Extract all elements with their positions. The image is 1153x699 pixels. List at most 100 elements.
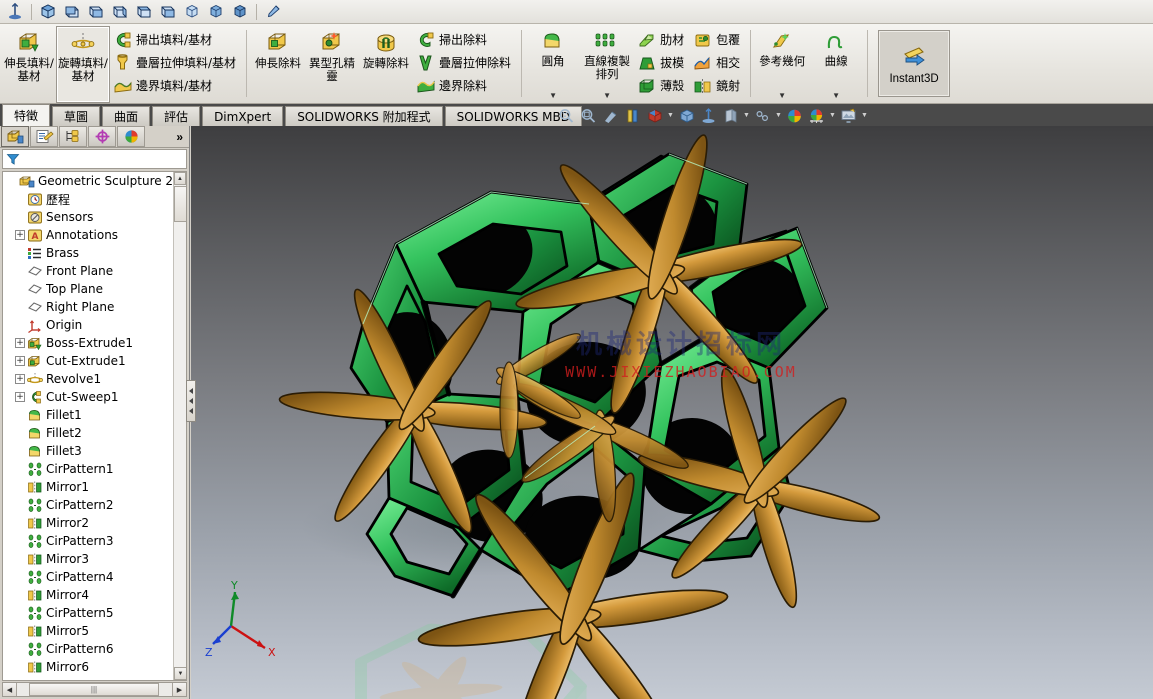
linear-pattern-caret-icon[interactable]: ▼ xyxy=(603,91,611,102)
scene-background-caret-icon[interactable]: ▼ xyxy=(860,106,869,126)
feature-tree-item-cirpattern6[interactable]: CirPattern6 xyxy=(3,640,173,658)
configuration-manager-tab[interactable] xyxy=(59,126,87,147)
curves-caret-icon[interactable]: ▼ xyxy=(832,91,840,102)
feature-tree-item-geometric-sculpture-2-defa[interactable]: Geometric Sculpture 2 (Defa xyxy=(3,172,173,190)
hide-show-items-icon[interactable] xyxy=(720,106,741,126)
view-ball-caret-icon[interactable]: ▼ xyxy=(828,106,837,126)
panel-splitter-handle[interactable] xyxy=(186,380,196,422)
wrap-button[interactable]: 包覆 xyxy=(690,28,746,51)
feature-tree-item-top-plane[interactable]: Top Plane xyxy=(3,280,173,298)
horizontal-scroll-thumb[interactable]: ||| xyxy=(29,683,159,696)
hole-wizard-button[interactable]: 異型孔精靈 xyxy=(305,26,359,103)
feature-tree-item-cut-extrude1[interactable]: + Cut-Extrude1 xyxy=(3,352,173,370)
feature-tree-item-fillet1[interactable]: Fillet1 xyxy=(3,406,173,424)
feature-tree-item-revolve1[interactable]: + Revolve1 xyxy=(3,370,173,388)
feature-tree-item-mirror3[interactable]: Mirror3 xyxy=(3,550,173,568)
tab-features[interactable]: 特徵 xyxy=(2,104,51,126)
boundary-boss-button[interactable]: 邊界填料/基材 xyxy=(110,74,242,97)
tab-surfaces[interactable]: 曲面 xyxy=(102,106,151,126)
shaded-cube-2-icon[interactable] xyxy=(205,2,227,22)
shell-button[interactable]: 薄殼 xyxy=(634,74,690,97)
section-view-icon[interactable] xyxy=(262,2,284,22)
feature-tree-item-fillet2[interactable]: Fillet2 xyxy=(3,424,173,442)
loft-cut-button[interactable]: 疊層拉伸除料 xyxy=(413,51,517,74)
mirror-button[interactable]: 鏡射 xyxy=(690,74,746,97)
sweep-boss-button[interactable]: 掃出填料/基材 xyxy=(110,28,242,51)
loft-boss-button[interactable]: 疊層拉伸填料/基材 xyxy=(110,51,242,74)
tab-solidworks-addins[interactable]: SOLIDWORKS 附加程式 xyxy=(285,106,443,126)
feature-tree-item-annotations[interactable]: + A Annotations xyxy=(3,226,173,244)
expand-toggle-icon[interactable]: + xyxy=(15,374,25,384)
property-manager-tab[interactable] xyxy=(30,126,58,147)
scroll-up-button[interactable]: ▲ xyxy=(174,172,186,185)
back-view-icon[interactable] xyxy=(133,2,155,22)
previous-view-icon[interactable] xyxy=(600,106,621,126)
dimxpert-manager-tab[interactable] xyxy=(88,126,116,147)
display-style-icon[interactable] xyxy=(644,106,665,126)
feature-tree-item-mirror6[interactable]: Mirror6 xyxy=(3,658,173,676)
expand-toggle-icon[interactable]: + xyxy=(15,338,25,348)
fillet-caret-icon[interactable]: ▼ xyxy=(549,91,557,102)
shaded-cube-1-icon[interactable] xyxy=(181,2,203,22)
curves-button[interactable]: 曲線 ▼ xyxy=(809,26,863,103)
shaded-cube-3-icon[interactable] xyxy=(229,2,251,22)
feature-tree-item-cut-sweep1[interactable]: + Cut-Sweep1 xyxy=(3,388,173,406)
front-view-icon[interactable] xyxy=(109,2,131,22)
feature-manager-tab[interactable] xyxy=(1,126,29,147)
display-manager-tab[interactable] xyxy=(117,126,145,147)
scroll-left-button[interactable]: ◀ xyxy=(3,683,17,696)
feature-tree-horizontal-scrollbar[interactable]: ◀ ||| ▶ xyxy=(2,682,187,697)
tab-dimxpert[interactable]: DimXpert xyxy=(202,106,284,126)
feature-tree-item-[interactable]: 歷程 xyxy=(3,190,173,208)
intersect-button[interactable]: 相交 xyxy=(690,51,746,74)
feature-tree-item-cirpattern4[interactable]: CirPattern4 xyxy=(3,568,173,586)
hide-show-caret-icon[interactable]: ▼ xyxy=(742,106,751,126)
zoom-to-area-icon[interactable] xyxy=(578,106,599,126)
draft-button[interactable]: 拔模 xyxy=(634,51,690,74)
feature-manager-more-button[interactable]: » xyxy=(176,130,189,144)
feature-tree-item-cirpattern2[interactable]: CirPattern2 xyxy=(3,496,173,514)
expand-toggle-icon[interactable]: + xyxy=(15,356,25,366)
feature-tree-filter[interactable] xyxy=(2,149,187,169)
feature-tree-item-mirror1[interactable]: Mirror1 xyxy=(3,478,173,496)
tab-evaluate[interactable]: 評估 xyxy=(152,106,201,126)
view-orientation-icon[interactable] xyxy=(676,106,697,126)
feature-tree-item-right-plane[interactable]: Right Plane xyxy=(3,298,173,316)
extrude-boss-button[interactable]: 伸長填料/基材 xyxy=(2,26,56,103)
normal-to-icon[interactable] xyxy=(4,2,26,22)
feature-tree-item-boss-extrude1[interactable]: + Boss-Extrude1 xyxy=(3,334,173,352)
feature-tree-item-mirror2[interactable]: Mirror2 xyxy=(3,514,173,532)
reference-geometry-button[interactable]: 參考幾何 ▼ xyxy=(755,26,809,103)
rib-button[interactable]: 肋材 xyxy=(634,28,690,51)
revolve-cut-button[interactable]: 旋轉除料 xyxy=(359,26,413,103)
feature-tree-item-sensors[interactable]: Sensors xyxy=(3,208,173,226)
scene-background-icon[interactable] xyxy=(838,106,859,126)
section-view-icon[interactable] xyxy=(622,106,643,126)
feature-tree-item-cirpattern5[interactable]: CirPattern5 xyxy=(3,604,173,622)
linear-pattern-button[interactable]: 直線複製排列 ▼ xyxy=(580,26,634,103)
edit-appearance-icon[interactable] xyxy=(752,106,773,126)
zoom-to-fit-icon[interactable] xyxy=(556,106,577,126)
left-view-icon[interactable] xyxy=(157,2,179,22)
trimetric-view-icon[interactable] xyxy=(61,2,83,22)
boundary-cut-button[interactable]: 邊界除料 xyxy=(413,74,517,97)
scroll-down-button[interactable]: ▼ xyxy=(174,667,186,680)
feature-tree-item-mirror5[interactable]: Mirror5 xyxy=(3,622,173,640)
dimetric-view-icon[interactable] xyxy=(85,2,107,22)
fillet-button[interactable]: 圓角 ▼ xyxy=(526,26,580,103)
display-style-caret-icon[interactable]: ▼ xyxy=(666,106,675,126)
extrude-cut-button[interactable]: 伸長除料 xyxy=(251,26,305,103)
expand-toggle-icon[interactable]: + xyxy=(15,392,25,402)
vertical-scroll-thumb[interactable] xyxy=(174,186,186,222)
feature-tree-item-fillet3[interactable]: Fillet3 xyxy=(3,442,173,460)
feature-tree-item-brass[interactable]: Brass xyxy=(3,244,173,262)
revolve-boss-button[interactable]: 旋轉填料/基材 xyxy=(56,26,110,103)
tab-sketch[interactable]: 草圖 xyxy=(52,106,101,126)
horizontal-scroll-track[interactable]: ||| xyxy=(17,683,172,696)
feature-tree-vertical-scrollbar[interactable]: ▲ ▼ xyxy=(173,172,186,680)
feature-tree-filter-input[interactable] xyxy=(23,153,186,165)
feature-tree-item-cirpattern1[interactable]: CirPattern1 xyxy=(3,460,173,478)
normal-to-icon[interactable] xyxy=(698,106,719,126)
reference-geometry-caret-icon[interactable]: ▼ xyxy=(778,91,786,102)
feature-tree-body[interactable]: Geometric Sculpture 2 (Defa 歷程 Sensors + A An… xyxy=(3,172,173,680)
